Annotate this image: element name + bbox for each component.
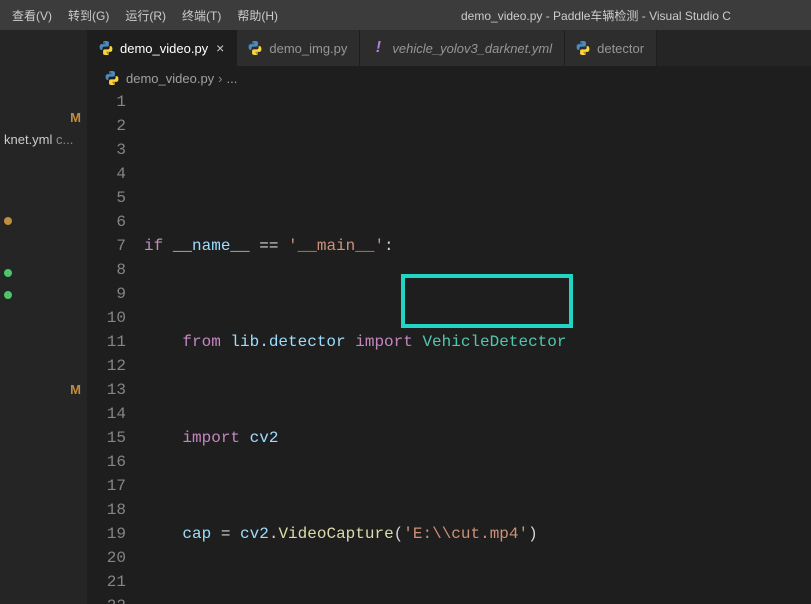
menu-terminal[interactable]: 终端(T): [174, 0, 229, 30]
code-lines[interactable]: if __name__ == '__main__': from lib.dete…: [144, 90, 811, 604]
menu-view[interactable]: 查看(V): [4, 0, 60, 30]
tab-label: detector: [597, 41, 644, 56]
status-dot-icon: [4, 217, 12, 225]
breadcrumb[interactable]: demo_video.py › ...: [88, 66, 811, 90]
breadcrumb-file[interactable]: demo_video.py: [126, 71, 214, 86]
tab-demo-video[interactable]: demo_video.py ×: [88, 30, 237, 66]
tab-label: demo_img.py: [269, 41, 347, 56]
menu-bar: 查看(V) 转到(G) 运行(R) 终端(T) 帮助(H) demo_video…: [0, 0, 811, 30]
menu-go[interactable]: 转到(G): [60, 0, 117, 30]
tab-bar: demo_video.py × demo_img.py ! vehicle_yo…: [88, 30, 811, 66]
list-item[interactable]: [0, 262, 87, 284]
editor-area: demo_video.py × demo_img.py ! vehicle_yo…: [88, 30, 811, 604]
python-icon: [575, 40, 591, 56]
tab-demo-img[interactable]: demo_img.py: [237, 30, 360, 66]
tab-detector[interactable]: detector: [565, 30, 657, 66]
chevron-right-icon: ›: [218, 71, 222, 86]
breadcrumb-more[interactable]: ...: [227, 71, 238, 86]
list-item[interactable]: [0, 210, 87, 232]
tab-label: demo_video.py: [120, 41, 208, 56]
close-icon[interactable]: ×: [216, 40, 224, 56]
python-icon: [247, 40, 263, 56]
git-modified-badge: M: [70, 382, 81, 397]
python-icon: [98, 40, 114, 56]
python-icon: [104, 70, 120, 86]
list-item[interactable]: knet.yml c...: [0, 128, 87, 150]
line-number-gutter: 12345678910111213141516171819202122: [88, 90, 144, 604]
status-dot-icon: [4, 269, 12, 277]
status-dot-icon: [4, 291, 12, 299]
list-item[interactable]: M: [0, 378, 87, 400]
tab-yml[interactable]: ! vehicle_yolov3_darknet.yml: [360, 30, 565, 66]
window-title: demo_video.py - Paddle车辆检测 - Visual Stud…: [461, 7, 811, 24]
explorer-sidebar[interactable]: M knet.yml c... M: [0, 30, 88, 604]
yml-icon: !: [370, 40, 386, 56]
menu-run[interactable]: 运行(R): [117, 0, 174, 30]
list-item[interactable]: [0, 284, 87, 306]
code-editor[interactable]: 12345678910111213141516171819202122 if _…: [88, 90, 811, 604]
git-modified-badge: M: [70, 110, 81, 125]
menu-help[interactable]: 帮助(H): [229, 0, 286, 30]
tab-label: vehicle_yolov3_darknet.yml: [392, 41, 552, 56]
list-item[interactable]: M: [0, 106, 87, 128]
file-label: knet.yml c...: [4, 132, 73, 147]
